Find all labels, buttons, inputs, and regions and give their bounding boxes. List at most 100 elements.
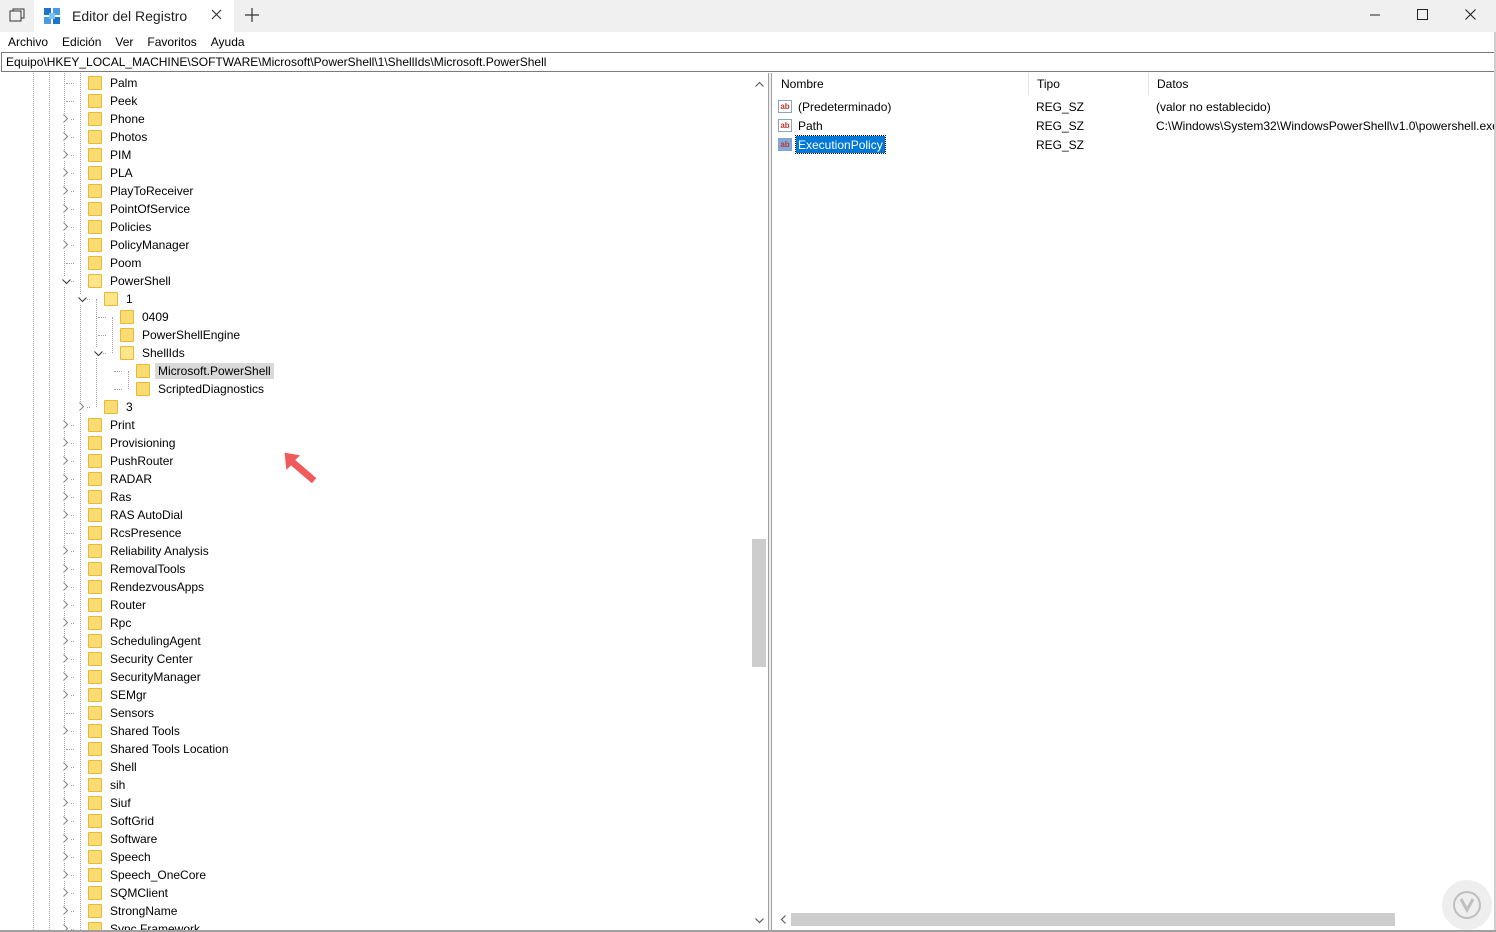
tree-item[interactable]: Sync Framework	[88, 920, 203, 930]
tree-collapse-toggle[interactable]	[61, 276, 71, 286]
tree-expand-toggle[interactable]	[61, 600, 71, 610]
tree-item[interactable]: SoftGrid	[88, 812, 157, 830]
tree-item[interactable]: PlayToReceiver	[88, 182, 196, 200]
tree-expand-toggle[interactable]	[61, 456, 71, 466]
tree-item[interactable]: RendezvousApps	[88, 578, 207, 596]
tree-expand-toggle[interactable]	[61, 852, 71, 862]
tree-expand-toggle[interactable]	[61, 906, 71, 916]
menu-archivo[interactable]: Archivo	[0, 35, 55, 49]
tree-item[interactable]: SQMClient	[88, 884, 171, 902]
tree-expand-toggle[interactable]	[61, 654, 71, 664]
key-tree[interactable]: Palm Peek Phone Photos PIM PLA PlayToReceiver P…	[1, 73, 767, 930]
tree-item[interactable]: Speech_OneCore	[88, 866, 209, 884]
tree-expand-toggle[interactable]	[61, 492, 71, 502]
tree-item[interactable]: Phone	[88, 110, 148, 128]
tree-item[interactable]: PolicyManager	[88, 236, 192, 254]
tree-item[interactable]: PushRouter	[88, 452, 176, 470]
menu-favoritos[interactable]: Favoritos	[140, 35, 203, 49]
values-scroll-thumb[interactable]	[791, 913, 1395, 926]
scroll-down-button[interactable]	[751, 912, 767, 928]
value-row[interactable]: ab (Predeterminado) REG_SZ (valor no establ…	[778, 97, 1494, 116]
close-window-button[interactable]	[1447, 0, 1493, 32]
tree-item[interactable]: PointOfService	[88, 200, 193, 218]
tree-vertical-scrollbar[interactable]	[751, 73, 767, 930]
tree-expand-toggle[interactable]	[61, 204, 71, 214]
tree-item[interactable]: RAS AutoDial	[88, 506, 186, 524]
values-list[interactable]: Nombre Tipo Datos ab (Predeterminado) REG_…	[773, 73, 1494, 930]
tree-item[interactable]: 3	[104, 398, 136, 416]
tree-item[interactable]: Ras	[88, 488, 134, 506]
pane-splitter[interactable]	[768, 73, 772, 930]
tree-expand-toggle[interactable]	[61, 834, 71, 844]
tree-item[interactable]: PowerShellEngine	[120, 326, 243, 344]
tree-expand-toggle[interactable]	[61, 618, 71, 628]
tree-expand-toggle[interactable]	[61, 762, 71, 772]
tree-item[interactable]: Software	[88, 830, 160, 848]
tree-expand-toggle[interactable]	[61, 888, 71, 898]
tree-item[interactable]: SchedulingAgent	[88, 632, 204, 650]
tree-item[interactable]: Speech	[88, 848, 154, 866]
tree-item[interactable]: Peek	[88, 92, 140, 110]
tree-expand-toggle[interactable]	[61, 726, 71, 736]
tree-expand-toggle[interactable]	[61, 798, 71, 808]
tree-expand-toggle[interactable]	[61, 636, 71, 646]
scroll-left-button[interactable]	[775, 911, 791, 928]
tree-item[interactable]: Microsoft.PowerShell	[136, 362, 274, 380]
tree-expand-toggle[interactable]	[61, 510, 71, 520]
restore-tabs-button[interactable]	[0, 0, 34, 32]
tree-item[interactable]: Security Center	[88, 650, 196, 668]
tree-expand-toggle[interactable]	[61, 150, 71, 160]
tree-expand-toggle[interactable]	[77, 402, 87, 412]
values-horizontal-scrollbar[interactable]	[773, 911, 1494, 928]
tree-item[interactable]: Policies	[88, 218, 154, 236]
tree-expand-toggle[interactable]	[61, 546, 71, 556]
tree-expand-toggle[interactable]	[61, 870, 71, 880]
column-header-tipo[interactable]: Tipo	[1029, 73, 1149, 95]
tree-expand-toggle[interactable]	[61, 474, 71, 484]
tree-item[interactable]: Reliability Analysis	[88, 542, 212, 560]
tree-expand-toggle[interactable]	[61, 816, 71, 826]
tree-expand-toggle[interactable]	[61, 186, 71, 196]
address-bar[interactable]: Equipo\HKEY_LOCAL_MACHINE\SOFTWARE\Micro…	[1, 52, 1495, 72]
tree-item[interactable]: Shared Tools Location	[88, 740, 232, 758]
tree-item[interactable]: RcsPresence	[88, 524, 184, 542]
tree-expand-toggle[interactable]	[61, 582, 71, 592]
tree-item[interactable]: Sensors	[88, 704, 157, 722]
tree-expand-toggle[interactable]	[61, 438, 71, 448]
tree-item[interactable]: ScriptedDiagnostics	[136, 380, 267, 398]
window-tab[interactable]: Editor del Registro	[34, 0, 234, 32]
tree-expand-toggle[interactable]	[61, 132, 71, 142]
menu-edicion[interactable]: Edición	[55, 35, 108, 49]
tree-item[interactable]: PLA	[88, 164, 136, 182]
tree-expand-toggle[interactable]	[61, 240, 71, 250]
tree-scroll-thumb[interactable]	[752, 539, 766, 667]
close-tab-button[interactable]	[206, 6, 226, 26]
column-header-datos[interactable]: Datos	[1149, 73, 1494, 95]
tree-item[interactable]: Print	[88, 416, 138, 434]
new-tab-button[interactable]	[240, 4, 264, 28]
tree-item[interactable]: PowerShell	[88, 272, 174, 290]
tree-expand-toggle[interactable]	[61, 168, 71, 178]
tree-item[interactable]: Palm	[88, 74, 140, 92]
tree-item[interactable]: Provisioning	[88, 434, 178, 452]
tree-item[interactable]: Photos	[88, 128, 150, 146]
tree-expand-toggle[interactable]	[61, 690, 71, 700]
tree-item[interactable]: 0409	[120, 308, 172, 326]
tree-expand-toggle[interactable]	[61, 564, 71, 574]
tree-expand-toggle[interactable]	[61, 420, 71, 430]
scroll-up-button[interactable]	[751, 75, 767, 91]
tree-item[interactable]: Rpc	[88, 614, 134, 632]
tree-item[interactable]: SecurityManager	[88, 668, 204, 686]
tree-item[interactable]: 1	[104, 290, 136, 308]
tree-expand-toggle[interactable]	[61, 222, 71, 232]
tree-item[interactable]: Shell	[88, 758, 140, 776]
tree-expand-toggle[interactable]	[61, 114, 71, 124]
tree-expand-toggle[interactable]	[61, 780, 71, 790]
address-path[interactable]: Equipo\HKEY_LOCAL_MACHINE\SOFTWARE\Micro…	[2, 55, 546, 69]
tree-item[interactable]: PIM	[88, 146, 134, 164]
menu-ver[interactable]: Ver	[108, 35, 140, 49]
tree-item[interactable]: RemovalTools	[88, 560, 188, 578]
tree-item[interactable]: ShellIds	[120, 344, 188, 362]
menu-ayuda[interactable]: Ayuda	[204, 35, 252, 49]
tree-item[interactable]: sih	[88, 776, 128, 794]
